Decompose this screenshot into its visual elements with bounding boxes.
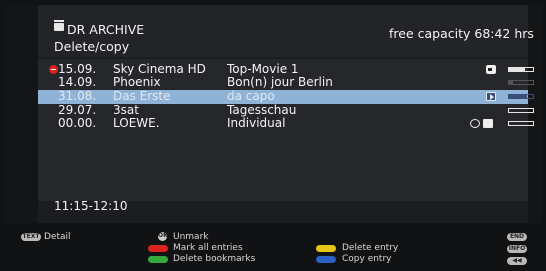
recording-progress-bar bbox=[508, 121, 534, 126]
archive-icon bbox=[54, 20, 64, 31]
blue-key-icon[interactable] bbox=[316, 256, 336, 263]
info-key-label: INFO bbox=[508, 245, 526, 252]
delete-bookmarks-label: Delete bookmarks bbox=[173, 254, 256, 264]
folder-icon bbox=[483, 119, 493, 128]
recording-title: Individual bbox=[227, 116, 286, 130]
recording-title: Bon(n) jour Berlin bbox=[227, 75, 333, 89]
yellow-key-icon[interactable] bbox=[316, 245, 336, 252]
page-title: DR ARCHIVE bbox=[67, 22, 145, 37]
progress-fill bbox=[509, 95, 527, 98]
progress-fill bbox=[509, 68, 525, 71]
recording-channel: Das Erste bbox=[113, 89, 171, 103]
recording-channel: LOEWE. bbox=[113, 116, 160, 130]
play-icon bbox=[486, 92, 496, 101]
recording-date: 14.09. bbox=[58, 75, 97, 89]
recording-progress-bar bbox=[508, 67, 534, 72]
text-key-label: TEXT bbox=[22, 233, 40, 240]
copy-entry-label: Copy entry bbox=[342, 254, 392, 264]
recording-date: 00.00. bbox=[58, 116, 97, 130]
recording-row[interactable]: 00.00. LOEWE. Individual bbox=[38, 116, 534, 131]
recording-title: da capo bbox=[227, 89, 275, 103]
time-range: 11:15-12:10 bbox=[54, 199, 128, 213]
detail-label: Detail bbox=[44, 232, 71, 242]
progress-fill bbox=[509, 81, 513, 84]
disc-icon bbox=[470, 119, 480, 128]
page-subtitle: Delete/copy bbox=[54, 39, 130, 54]
info-key-icon[interactable]: INFO bbox=[507, 245, 527, 253]
recording-list: 15.09. Sky Cinema HD Top-Movie 1 14.09. … bbox=[38, 59, 534, 201]
alert-icon bbox=[49, 65, 58, 74]
end-key-icon[interactable]: END bbox=[507, 233, 527, 241]
recording-row[interactable]: 14.09. Phoenix Bon(n) jour Berlin bbox=[38, 75, 534, 90]
text-key-icon[interactable]: TEXT bbox=[21, 233, 41, 241]
green-key-icon[interactable] bbox=[148, 256, 168, 263]
free-capacity: free capacity 68:42 hrs bbox=[389, 26, 534, 41]
recording-progress-bar bbox=[508, 80, 534, 85]
rewind-key-icon[interactable]: ◀◀ bbox=[507, 257, 527, 265]
mark-all-label: Mark all entries bbox=[173, 243, 243, 253]
rewind-icon: ◀◀ bbox=[512, 257, 522, 264]
button-legend: TEXT Detail OK Unmark Mark all entries D… bbox=[0, 223, 546, 271]
end-key-label: END bbox=[509, 233, 525, 240]
delete-entry-label: Delete entry bbox=[342, 243, 399, 253]
recording-progress-bar bbox=[508, 94, 534, 99]
recording-row-selected[interactable]: 31.08. Das Erste da capo bbox=[38, 89, 534, 104]
unmark-label: Unmark bbox=[173, 232, 209, 242]
red-key-icon[interactable] bbox=[148, 245, 168, 252]
ok-key-label: OK bbox=[158, 232, 168, 239]
recording-date: 31.08. bbox=[58, 89, 97, 103]
lock-icon bbox=[486, 65, 496, 74]
recording-channel: Phoenix bbox=[113, 75, 161, 89]
left-margin bbox=[4, 5, 38, 223]
recording-progress-bar bbox=[508, 108, 534, 113]
ok-key-icon[interactable]: OK bbox=[158, 232, 168, 241]
